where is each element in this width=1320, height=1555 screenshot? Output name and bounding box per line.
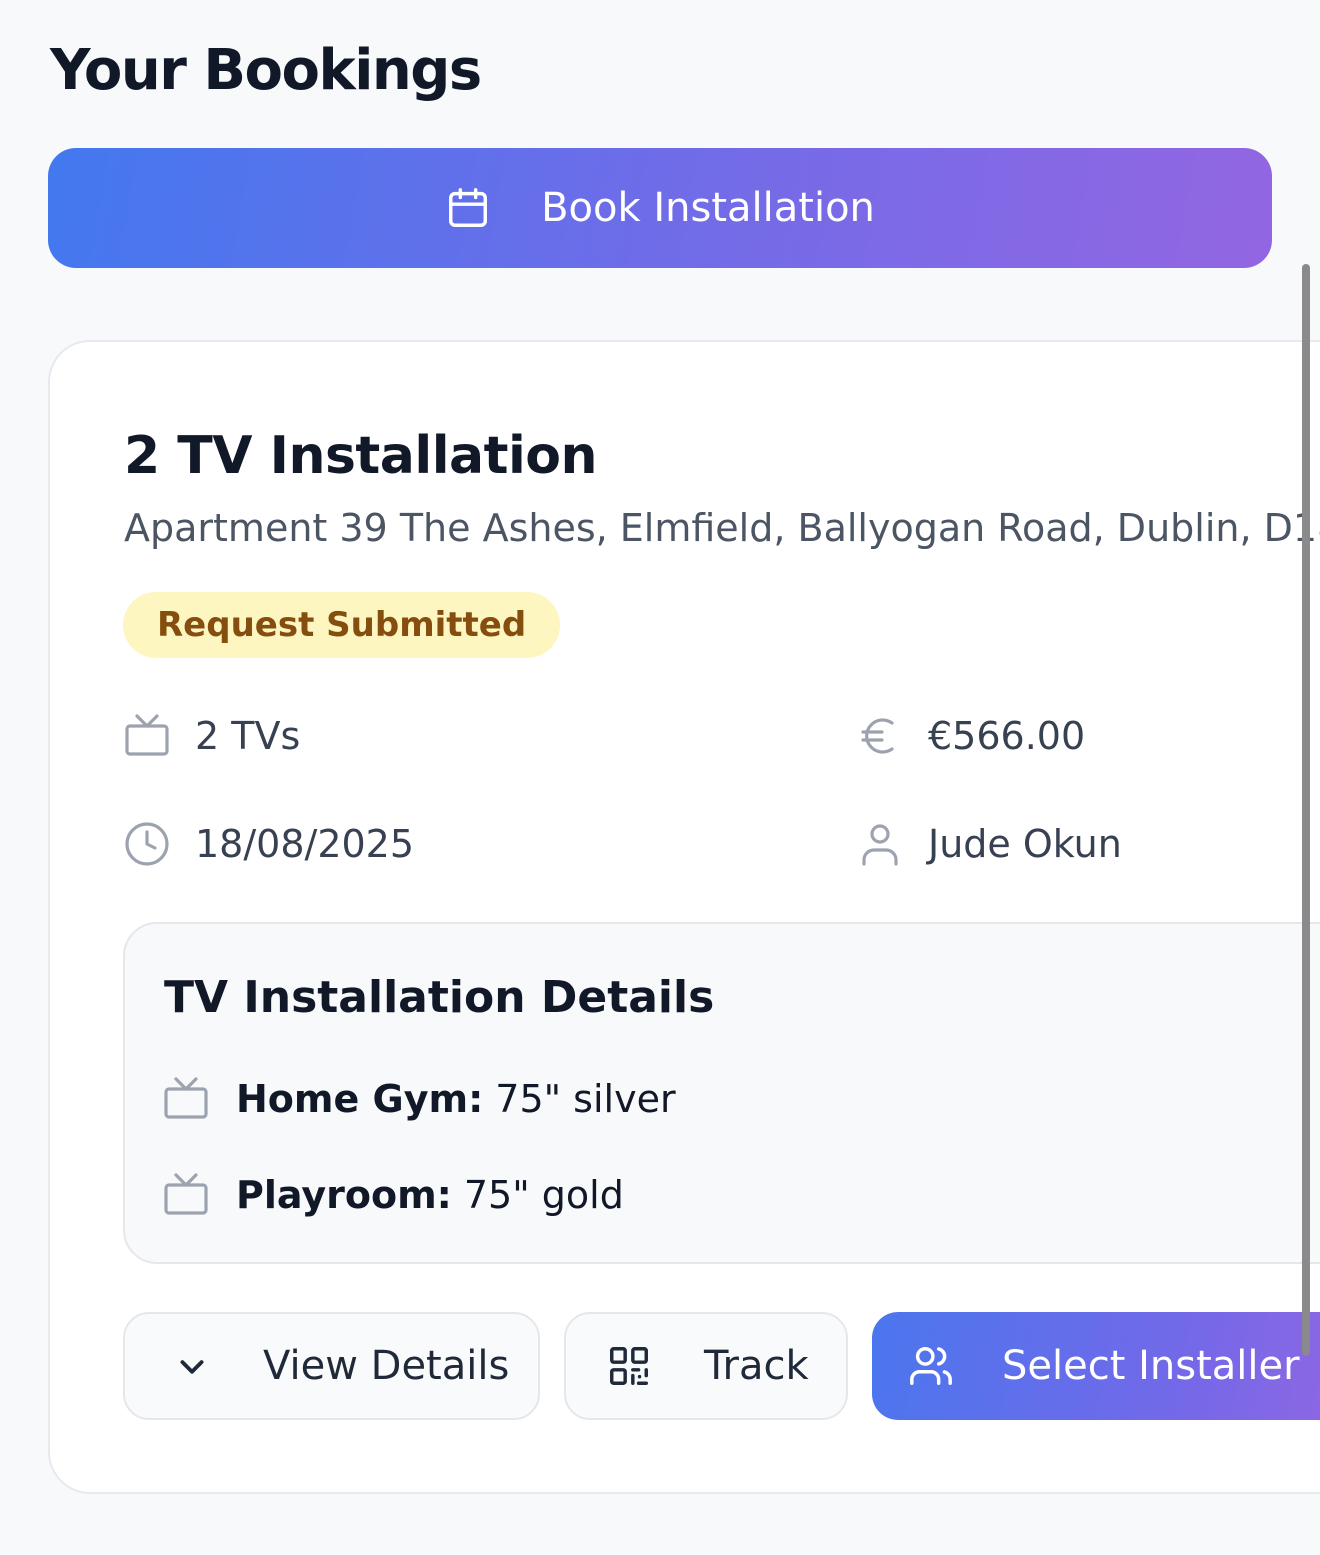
book-installation-button[interactable]: Book Installation	[48, 148, 1272, 268]
tv-icon	[162, 1171, 210, 1219]
tv-spec: 75" gold	[463, 1173, 624, 1217]
tv-detail-row: Home Gym: 75" silver	[162, 1075, 676, 1123]
euro-icon	[856, 712, 904, 760]
select-installer-button[interactable]: Select Installer	[872, 1312, 1320, 1420]
track-button[interactable]: Track	[564, 1312, 848, 1420]
booking-title: 2 TV Installation	[124, 426, 598, 486]
tv-count-text: 2 TVs	[195, 714, 301, 758]
status-badge: Request Submitted	[123, 592, 561, 658]
view-details-button[interactable]: View Details	[123, 1312, 540, 1420]
book-installation-label: Book Installation	[541, 185, 875, 231]
bookings-page: Your Bookings Book Installation 2 TV Ins…	[0, 0, 1320, 1555]
tv-count-info: 2 TVs	[123, 712, 300, 760]
select-installer-label: Select Installer	[1002, 1343, 1300, 1389]
tv-room: Home Gym:	[236, 1077, 484, 1121]
chevron-down-icon	[169, 1343, 215, 1389]
tv-icon	[123, 712, 171, 760]
customer-info: Jude Okun	[856, 820, 1122, 868]
booking-address: Apartment 39 The Ashes, Elmfield, Ballyo…	[124, 506, 1320, 550]
view-details-label: View Details	[263, 1343, 510, 1389]
tv-room: Playroom:	[236, 1173, 452, 1217]
calendar-icon	[445, 185, 491, 231]
track-label: Track	[704, 1343, 809, 1389]
customer-name: Jude Okun	[928, 822, 1122, 866]
clock-icon	[123, 820, 171, 868]
user-icon	[856, 820, 904, 868]
tv-icon	[162, 1075, 210, 1123]
qr-code-icon	[606, 1343, 652, 1389]
page-title: Your Bookings	[50, 38, 482, 103]
price-info: €566.00	[856, 712, 1085, 760]
users-icon	[908, 1343, 954, 1389]
date-info: 18/08/2025	[123, 820, 414, 868]
price-text: €566.00	[928, 714, 1086, 758]
date-text: 18/08/2025	[195, 822, 415, 866]
tv-spec: 75" silver	[495, 1077, 676, 1121]
installation-details-title: TV Installation Details	[164, 972, 715, 1023]
vertical-scrollbar[interactable]	[1302, 264, 1310, 1356]
tv-detail-row: Playroom: 75" gold	[162, 1171, 624, 1219]
